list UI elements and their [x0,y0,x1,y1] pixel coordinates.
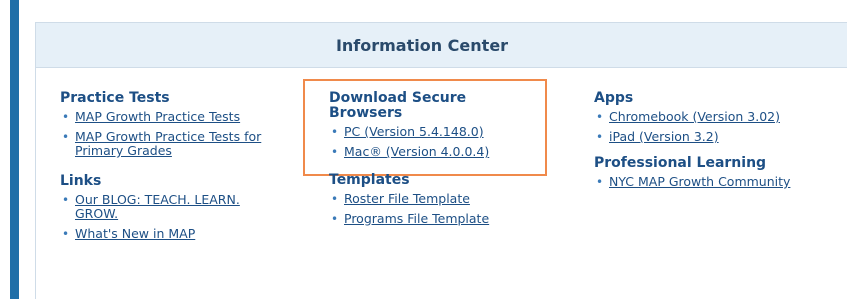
practice-tests-list: MAP Growth Practice Tests MAP Growth Pra… [60,110,295,158]
section-title-professional-learning: Professional Learning [594,155,767,171]
column-right: Apps Chromebook (Version 3.02) iPad (Ver… [594,91,839,195]
section-title-download-secure-browsers: Download Secure Browsers [329,90,467,121]
list-item: iPad (Version 3.2) [594,129,839,145]
templates-list: Roster File Template Programs File Templ… [329,191,539,227]
section-title-practice-tests: Practice Tests [60,90,170,106]
link-map-growth-practice-tests-primary[interactable]: MAP Growth Practice Tests for Primary Gr… [75,129,261,158]
link-our-blog[interactable]: Our BLOG: TEACH. LEARN. GROW. [75,192,240,221]
list-item: Our BLOG: TEACH. LEARN. GROW. [60,193,275,221]
panel-title: Information Center [335,35,509,55]
list-item: Mac® (Version 4.0.0.4) [329,144,539,160]
left-accent-rail [10,0,19,299]
apps-list: Chromebook (Version 3.02) iPad (Version … [594,109,839,145]
link-programs-file-template[interactable]: Programs File Template [344,211,489,226]
link-whats-new-in-map[interactable]: What's New in MAP [75,226,195,241]
panel-header: Information Center [36,22,847,68]
professional-learning-list: NYC MAP Growth Community [594,174,839,190]
list-item: NYC MAP Growth Community [594,174,839,190]
link-roster-file-template[interactable]: Roster File Template [344,191,470,206]
link-chromebook-app[interactable]: Chromebook (Version 3.02) [609,109,780,124]
link-ipad-app[interactable]: iPad (Version 3.2) [609,129,719,144]
column-middle: Download Secure Browsers PC (Version 5.4… [329,91,539,232]
section-title-apps: Apps [594,90,634,106]
list-item: Roster File Template [329,191,539,207]
list-item: MAP Growth Practice Tests for Primary Gr… [60,130,295,158]
column-left: Practice Tests MAP Growth Practice Tests… [60,91,295,247]
list-item: What's New in MAP [60,226,295,242]
section-title-templates: Templates [329,172,410,188]
link-mac-browser[interactable]: Mac® (Version 4.0.0.4) [344,144,489,159]
download-browsers-list: PC (Version 5.4.148.0) Mac® (Version 4.0… [329,124,539,160]
list-item: Chromebook (Version 3.02) [594,109,839,125]
list-item: Programs File Template [329,211,539,227]
links-list: Our BLOG: TEACH. LEARN. GROW. What's New… [60,193,295,242]
link-nyc-map-growth-community[interactable]: NYC MAP Growth Community [609,174,790,189]
section-title-links: Links [60,173,102,189]
link-pc-browser[interactable]: PC (Version 5.4.148.0) [344,124,484,139]
link-map-growth-practice-tests[interactable]: MAP Growth Practice Tests [75,109,240,124]
list-item: PC (Version 5.4.148.0) [329,124,539,140]
list-item: MAP Growth Practice Tests [60,109,295,125]
